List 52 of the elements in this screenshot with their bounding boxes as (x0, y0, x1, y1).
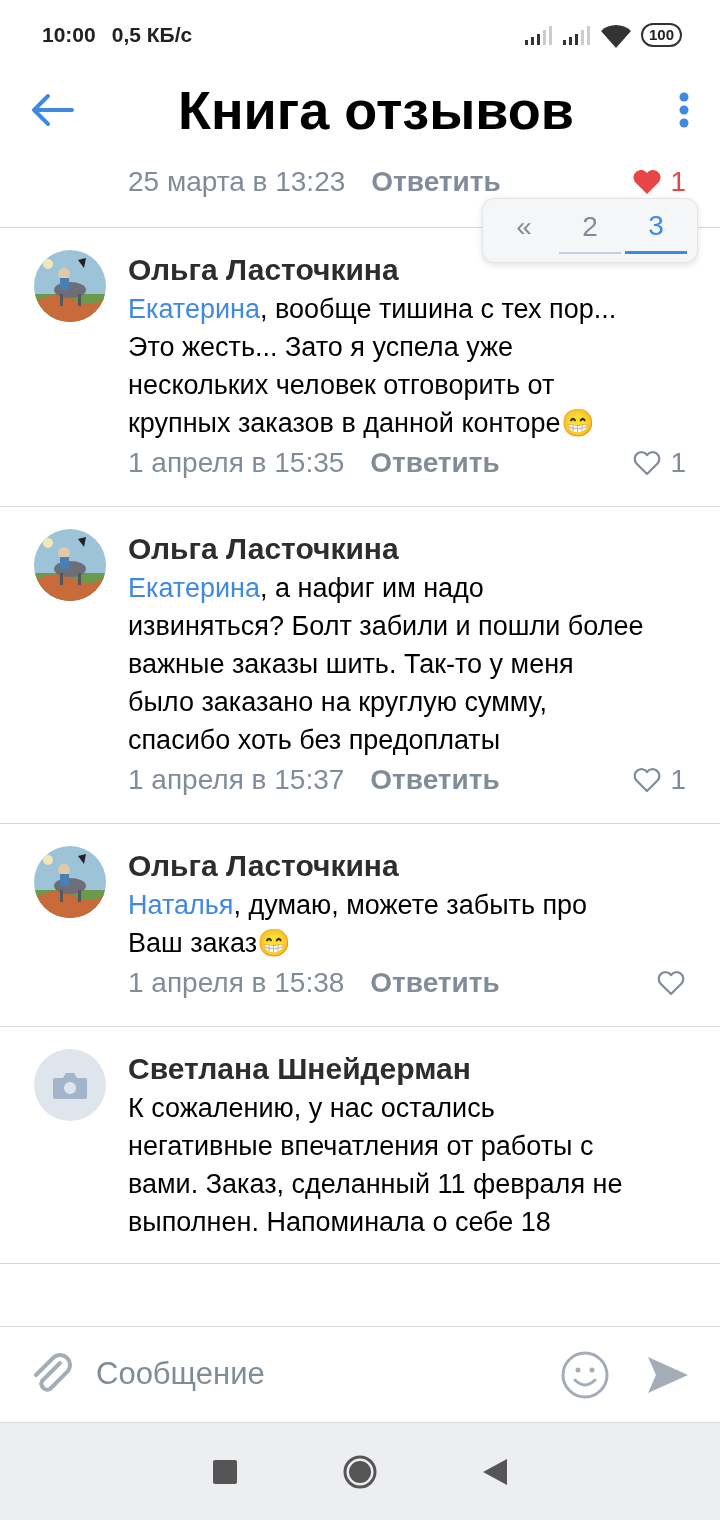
smiley-icon (560, 1349, 610, 1400)
comment-text: Наталья, думаю, можете забыть про Ваш заказ😁 (128, 889, 589, 960)
battery-indicator: 100 (640, 23, 682, 47)
comment-date: 1 апреля в 15:35 (128, 446, 345, 480)
like-count: 1 (670, 165, 686, 199)
comment-date: 25 марта в 13:23 (128, 165, 346, 199)
page-tab[interactable]: 3 (625, 205, 687, 254)
circle-icon (342, 1453, 378, 1490)
comment-date: 1 апреля в 15:38 (128, 966, 345, 1000)
like-count: 1 (670, 763, 686, 797)
comment-text: Екатерина, а нафиг им надо извиняться? Болт забили и пошли более важные заказы шить. Так-то у меня было заказано на круглую сумму, спасибо хоть без предоплаты (128, 572, 645, 757)
back-arrow-icon (30, 93, 74, 127)
author-name[interactable]: Ольга Ласточкина (128, 529, 686, 569)
message-field[interactable]: Сообщение (94, 1350, 540, 1399)
triangle-icon (483, 1458, 507, 1485)
back-button[interactable] (30, 93, 74, 127)
like-button[interactable] (656, 970, 686, 996)
like-count: 1 (670, 446, 686, 480)
heart-icon (632, 450, 663, 476)
emoji-button[interactable] (560, 1349, 610, 1400)
reply-button[interactable]: Ответить (370, 962, 500, 1004)
network-speed: 0,5 КБ/с (111, 22, 193, 49)
page-tab[interactable]: 2 (559, 205, 621, 254)
heart-icon (632, 767, 663, 793)
comment-text: К сожалению, у нас остались негативные впечатления от работы с вами. Заказ, сделанный 11 февраля не выполнен. Напоминала о себе 18 (128, 1092, 624, 1239)
heart-icon (632, 169, 663, 195)
like-button[interactable]: 1 (632, 161, 686, 203)
wifi-icon (598, 22, 633, 48)
like-button[interactable]: 1 (632, 442, 686, 484)
reply-button[interactable]: Ответить (370, 442, 500, 484)
mention-link[interactable]: Наталья (128, 890, 234, 920)
home-button[interactable] (342, 1453, 378, 1490)
heart-icon (656, 970, 686, 996)
like-button[interactable]: 1 (632, 759, 686, 801)
reply-button[interactable]: Ответить (370, 759, 500, 801)
comment-date: 1 апреля в 15:37 (128, 763, 345, 797)
square-icon (213, 1459, 237, 1484)
comment-text: Екатерина, вообще тишина с тех пор... Это жесть... Зато я успела уже нескольких человек отговорить от крупных заказов в данной конторе😁 (128, 293, 618, 440)
reply-button[interactable]: Ответить (371, 161, 501, 203)
mention-link[interactable]: Екатерина (128, 573, 260, 603)
more-icon (678, 92, 690, 128)
camera-icon (51, 1070, 89, 1100)
signal-icon (522, 25, 553, 45)
recents-button[interactable] (213, 1459, 237, 1484)
back-nav-button[interactable] (483, 1458, 507, 1485)
page-title: Книга отзывов (177, 78, 575, 142)
author-name[interactable]: Светлана Шнейдерман (128, 1049, 686, 1089)
clock: 10:00 (42, 22, 96, 49)
mention-link[interactable]: Екатерина (128, 294, 260, 324)
author-name[interactable]: Ольга Ласточкина (128, 846, 686, 886)
more-button[interactable] (678, 92, 690, 128)
signal-icon (560, 25, 591, 45)
